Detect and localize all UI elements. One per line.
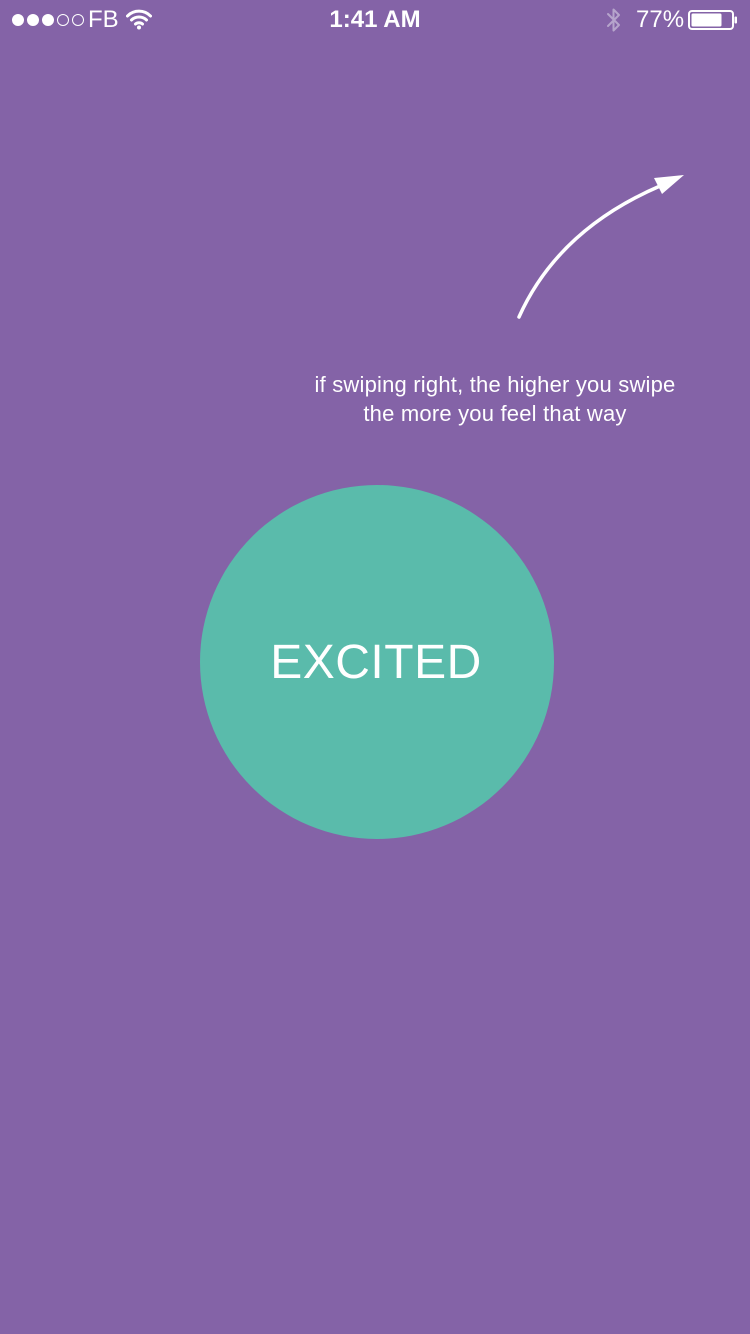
battery-percentage: 77% <box>636 6 685 33</box>
battery-icon <box>688 10 737 30</box>
swipe-hint-text: if swiping right, the higher you swipe t… <box>270 370 720 428</box>
bluetooth-icon <box>607 8 620 32</box>
mood-circle[interactable]: EXCITED <box>200 485 554 839</box>
curved-arrow-icon <box>517 175 684 319</box>
mood-label: EXCITED <box>270 635 482 689</box>
hint-line: if swiping right, the higher you swipe <box>314 372 676 397</box>
status-bar: FB 1:41 AM 77% <box>0 0 750 40</box>
hint-line: the more you feel that way <box>363 401 627 426</box>
